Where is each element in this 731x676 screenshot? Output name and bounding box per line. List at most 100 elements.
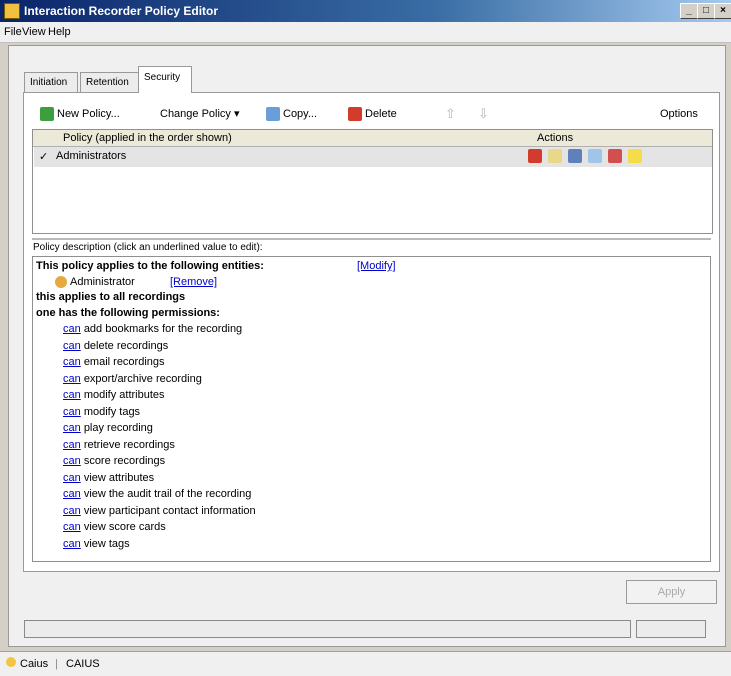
can-link[interactable]: can (63, 389, 81, 401)
permissions-heading: one has the following permissions: (36, 307, 220, 319)
edit-action-icon[interactable] (588, 149, 603, 163)
can-link[interactable]: can (63, 323, 81, 335)
new-policy-label: New Policy... (57, 108, 120, 120)
can-link[interactable]: can (63, 521, 81, 533)
minimize-button[interactable]: _ (680, 3, 698, 19)
permission-item: can add bookmarks for the recording (63, 323, 242, 335)
can-link[interactable]: can (63, 538, 81, 550)
export-action-icon[interactable] (568, 149, 583, 163)
menu-help[interactable]: Help (48, 26, 71, 38)
permission-item: can modify attributes (63, 389, 165, 401)
can-link[interactable]: can (63, 422, 81, 434)
all-recordings-text: this applies to all recordings (36, 291, 186, 303)
permission-text: delete recordings (83, 339, 169, 352)
permission-text: view the audit trail of the recording (83, 488, 252, 500)
can-link[interactable]: can (63, 455, 81, 467)
permission-item: can export/archive recording (63, 373, 202, 385)
permission-item: can modify tags (63, 406, 140, 418)
can-link[interactable]: can (63, 439, 81, 451)
can-link[interactable]: can (63, 356, 81, 368)
window-title: Interaction Recorder Policy Editor (24, 4, 219, 18)
copy-icon (266, 107, 280, 122)
applies-to-heading: This policy applies to the following ent… (36, 260, 264, 272)
menu-view[interactable]: View (22, 26, 46, 38)
tab-retention[interactable]: Retention (80, 72, 144, 93)
permission-text: score recordings (83, 455, 166, 467)
tab-security[interactable]: Security (138, 66, 192, 93)
permission-text: view participant contact information (83, 504, 256, 517)
status-user: Caius (20, 658, 49, 670)
permission-text: modify tags (83, 405, 141, 418)
splitter[interactable] (32, 238, 711, 240)
permission-text: modify attributes (83, 389, 165, 401)
entity-name: Administrator (70, 276, 135, 288)
new-policy-icon (40, 107, 54, 122)
delete-icon (348, 107, 362, 122)
can-link[interactable]: can (63, 373, 81, 385)
progress-bar-secondary (636, 620, 706, 638)
title-bar: Interaction Recorder Policy Editor _ □ × (0, 0, 731, 22)
can-link[interactable]: can (63, 472, 81, 484)
apply-button[interactable]: Apply (626, 580, 717, 604)
permission-text: view score cards (83, 521, 166, 533)
dropdown-arrow-icon: ▾ (234, 108, 240, 120)
remove-link[interactable]: [Remove] (170, 276, 217, 288)
copy-button[interactable]: Copy... (266, 105, 317, 123)
permission-text: export/archive recording (83, 372, 202, 385)
email-action-icon[interactable] (548, 149, 563, 163)
status-bar: Caius | CAIUS (0, 651, 731, 676)
change-policy-button[interactable]: Change Policy ▾ (160, 105, 240, 123)
user-icon (55, 276, 67, 289)
can-link[interactable]: can (63, 488, 81, 500)
move-up-button[interactable]: ⇧ (445, 105, 456, 123)
grid-header: Policy (applied in the order shown) Acti… (33, 130, 712, 147)
progress-bar (24, 620, 631, 638)
delete-button[interactable]: Delete (348, 105, 397, 123)
status-divider: | (55, 658, 58, 670)
tab-initiation[interactable]: Initiation (24, 72, 78, 93)
permission-item: can retrieve recordings (63, 439, 175, 451)
delete-label: Delete (365, 108, 397, 120)
permission-text: retrieve recordings (83, 438, 175, 451)
permission-text: view tags (83, 537, 130, 550)
modify-link[interactable]: [Modify] (357, 260, 396, 272)
new-policy-button[interactable]: New Policy... (40, 105, 120, 123)
delete-action-icon[interactable] (528, 149, 542, 163)
row-checkbox[interactable]: ✓ (39, 150, 48, 163)
description-label: Policy description (click an underlined … (33, 242, 263, 253)
maximize-button[interactable]: □ (697, 3, 715, 19)
app-icon (4, 3, 20, 19)
can-link[interactable]: can (63, 505, 81, 517)
can-link[interactable]: can (63, 340, 81, 352)
permission-text: play recording (83, 422, 153, 434)
permission-item: can view the audit trail of the recordin… (63, 488, 251, 500)
options-button[interactable]: Options (660, 105, 698, 123)
permission-item: can view participant contact information (63, 505, 256, 517)
permission-text: view attributes (83, 471, 155, 484)
permission-item: can score recordings (63, 455, 165, 467)
permission-item: can email recordings (63, 356, 165, 368)
permission-item: can play recording (63, 422, 153, 434)
permission-text: email recordings (83, 356, 165, 368)
row-policy-name: Administrators (56, 150, 127, 162)
close-button[interactable]: × (714, 3, 731, 19)
copy-label: Copy... (283, 108, 318, 120)
column-header-policy[interactable]: Policy (applied in the order shown) (63, 132, 232, 144)
download-action-icon[interactable] (608, 149, 623, 163)
can-link[interactable]: can (63, 406, 81, 418)
menu-bar: File View Help (0, 22, 731, 43)
policy-description: This policy applies to the following ent… (32, 256, 711, 562)
change-policy-label: Change Policy (160, 108, 231, 120)
row-actions (528, 149, 645, 163)
menu-file[interactable]: File (4, 26, 22, 38)
column-header-actions[interactable]: Actions (537, 132, 573, 144)
bookmark-action-icon[interactable] (628, 149, 643, 163)
entity-row: Administrator (55, 276, 135, 289)
status-machine: CAIUS (66, 658, 100, 670)
user-status-icon (6, 657, 16, 667)
permission-text: add bookmarks for the recording (83, 323, 243, 335)
permission-item: can view attributes (63, 472, 154, 484)
permission-item: can view score cards (63, 521, 166, 533)
table-row[interactable]: ✓ Administrators (34, 147, 712, 167)
move-down-button[interactable]: ⇩ (478, 105, 489, 123)
